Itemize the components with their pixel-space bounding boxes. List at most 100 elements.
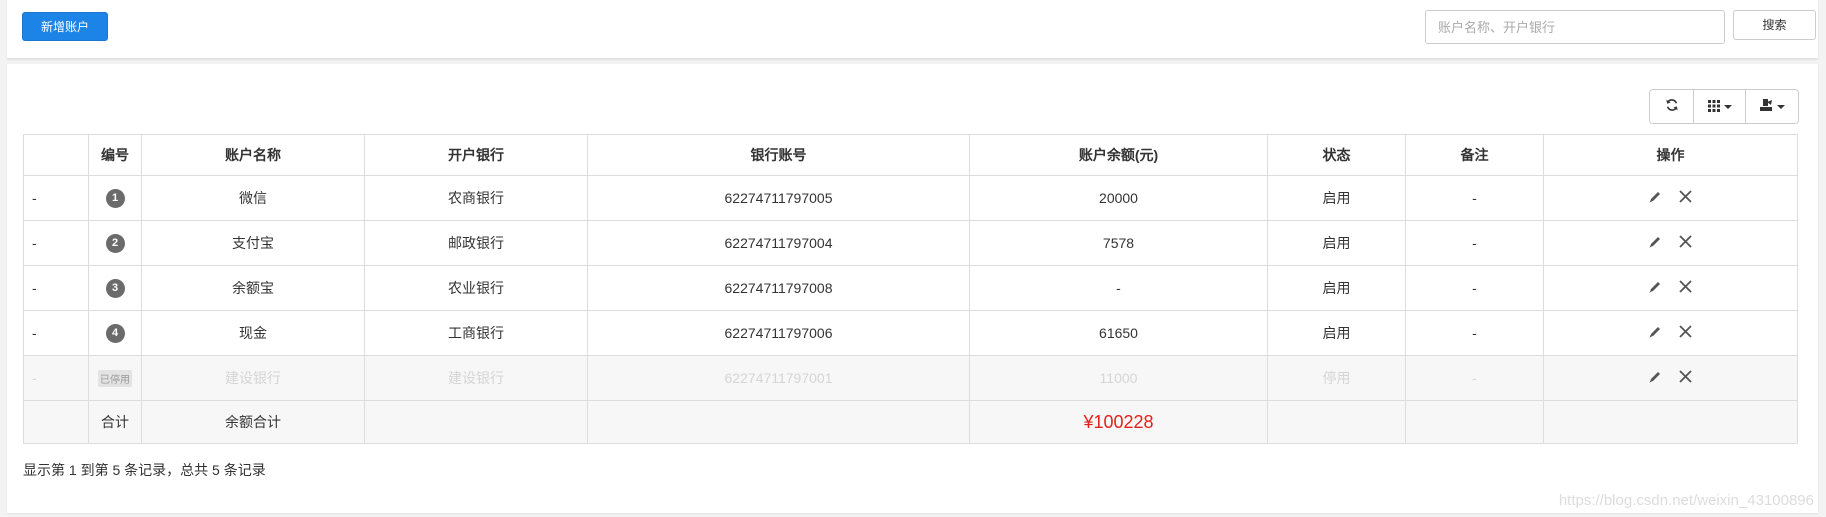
number-cell: 3 (88, 265, 142, 311)
total-empty-cell (1267, 400, 1406, 444)
add-account-button[interactable]: 新增账户 (22, 12, 108, 41)
table-row[interactable]: - 1 微信 农商银行 62274711797005 20000 启用 - (23, 175, 1798, 221)
number-cell: 已停用 (88, 355, 142, 401)
total-empty-cell (364, 400, 588, 444)
total-row: 合计 余额合计 ¥100228 (23, 400, 1798, 444)
export-icon (1759, 98, 1773, 115)
search-button[interactable]: 搜索 (1733, 10, 1816, 40)
table-row[interactable]: - 3 余额宝 农业银行 62274711797008 - 启用 - (23, 265, 1798, 311)
row-detail-cell: - (23, 265, 89, 311)
table-row[interactable]: - 2 支付宝 邮政银行 62274711797004 7578 启用 - (23, 220, 1798, 266)
actions-cell (1543, 220, 1798, 266)
bank-account-cell: 62274711797004 (587, 220, 970, 266)
balance-cell: - (969, 265, 1268, 311)
delete-close-icon[interactable] (1678, 369, 1693, 387)
total-empty-cell (23, 400, 89, 444)
table-toolbar (1649, 89, 1799, 124)
edit-pencil-icon[interactable] (1648, 325, 1662, 342)
col-header-number[interactable]: 编号 (88, 134, 142, 176)
search-input[interactable] (1425, 10, 1725, 44)
refresh-button[interactable] (1650, 90, 1694, 123)
number-badge: 1 (105, 189, 125, 208)
main-panel: 编号 账户名称 开户银行 银行账号 账户余额(元) 状态 备注 操作 - 1 微… (7, 64, 1818, 513)
col-header-note[interactable]: 备注 (1405, 134, 1544, 176)
chevron-down-icon (1777, 104, 1785, 109)
total-label: 合计 (88, 400, 142, 444)
delete-close-icon[interactable] (1678, 189, 1693, 207)
note-cell: - (1405, 175, 1544, 221)
balance-cell: 7578 (969, 220, 1268, 266)
balance-cell: 11000 (969, 355, 1268, 401)
delete-close-icon[interactable] (1678, 324, 1693, 342)
account-name-cell: 支付宝 (141, 220, 365, 266)
col-header-bank-account[interactable]: 银行账号 (587, 134, 970, 176)
total-empty-cell (1405, 400, 1544, 444)
col-header-balance[interactable]: 账户余额(元) (969, 134, 1268, 176)
status-cell: 启用 (1267, 175, 1406, 221)
account-name-cell: 余额宝 (141, 265, 365, 311)
bank-account-cell: 62274711797008 (587, 265, 970, 311)
actions-cell (1543, 355, 1798, 401)
bank-cell: 建设银行 (364, 355, 588, 401)
chevron-down-icon (1723, 104, 1732, 109)
col-header[interactable] (23, 134, 89, 176)
balance-cell: 20000 (969, 175, 1268, 221)
bank-cell: 工商银行 (364, 310, 588, 356)
row-detail-cell: - (23, 175, 89, 221)
edit-pencil-icon[interactable] (1648, 370, 1662, 387)
columns-grid-icon (1707, 99, 1720, 115)
table-header-row: 编号 账户名称 开户银行 银行账号 账户余额(元) 状态 备注 操作 (23, 134, 1798, 176)
delete-close-icon[interactable] (1678, 279, 1693, 297)
edit-pencil-icon[interactable] (1648, 280, 1662, 297)
bank-cell: 农商银行 (364, 175, 588, 221)
bank-account-cell: 62274711797005 (587, 175, 970, 221)
account-name-cell: 现金 (141, 310, 365, 356)
total-balance-cell: ¥100228 (969, 400, 1268, 444)
number-badge: 4 (105, 324, 125, 343)
export-button[interactable] (1746, 90, 1798, 123)
status-cell: 启用 (1267, 220, 1406, 266)
actions-cell (1543, 265, 1798, 311)
accounts-table: 编号 账户名称 开户银行 银行账号 账户余额(元) 状态 备注 操作 - 1 微… (23, 134, 1798, 444)
number-cell: 1 (88, 175, 142, 221)
total-empty-cell (1543, 400, 1798, 444)
note-cell: - (1405, 220, 1544, 266)
account-name-cell: 微信 (141, 175, 365, 221)
note-cell: - (1405, 310, 1544, 356)
number-cell: 2 (88, 220, 142, 266)
total-balance-label: 余额合计 (141, 400, 365, 444)
columns-toggle-button[interactable] (1694, 90, 1746, 123)
col-header-bank[interactable]: 开户银行 (364, 134, 588, 176)
bank-account-cell: 62274711797006 (587, 310, 970, 356)
bank-account-cell: 62274711797001 (587, 355, 970, 401)
bank-cell: 农业银行 (364, 265, 588, 311)
total-balance-value: ¥100228 (1083, 411, 1154, 432)
note-cell: - (1405, 265, 1544, 311)
bank-cell: 邮政银行 (364, 220, 588, 266)
actions-cell (1543, 310, 1798, 356)
disabled-tag: 已停用 (98, 369, 132, 387)
edit-pencil-icon[interactable] (1648, 190, 1662, 207)
edit-pencil-icon[interactable] (1648, 235, 1662, 252)
col-header-account-name[interactable]: 账户名称 (141, 134, 365, 176)
status-cell: 启用 (1267, 310, 1406, 356)
pagination-info: 显示第 1 到第 5 条记录，总共 5 条记录 (23, 462, 266, 478)
table-row-disabled[interactable]: - 已停用 建设银行 建设银行 62274711797001 11000 停用 … (23, 355, 1798, 401)
watermark: https://blog.csdn.net/weixin_43100896 (1558, 492, 1814, 509)
number-badge: 2 (105, 234, 125, 253)
row-detail-cell: - (23, 355, 89, 401)
status-cell: 停用 (1267, 355, 1406, 401)
table-row[interactable]: - 4 现金 工商银行 62274711797006 61650 启用 - (23, 310, 1798, 356)
row-detail-cell: - (23, 220, 89, 266)
number-cell: 4 (88, 310, 142, 356)
col-header-actions: 操作 (1543, 134, 1798, 176)
col-header-status[interactable]: 状态 (1267, 134, 1406, 176)
actions-cell (1543, 175, 1798, 221)
note-cell: - (1405, 355, 1544, 401)
status-cell: 启用 (1267, 265, 1406, 311)
delete-close-icon[interactable] (1678, 234, 1693, 252)
account-name-cell: 建设银行 (141, 355, 365, 401)
number-badge: 3 (105, 279, 125, 298)
balance-cell: 61650 (969, 310, 1268, 356)
refresh-icon (1665, 98, 1679, 115)
